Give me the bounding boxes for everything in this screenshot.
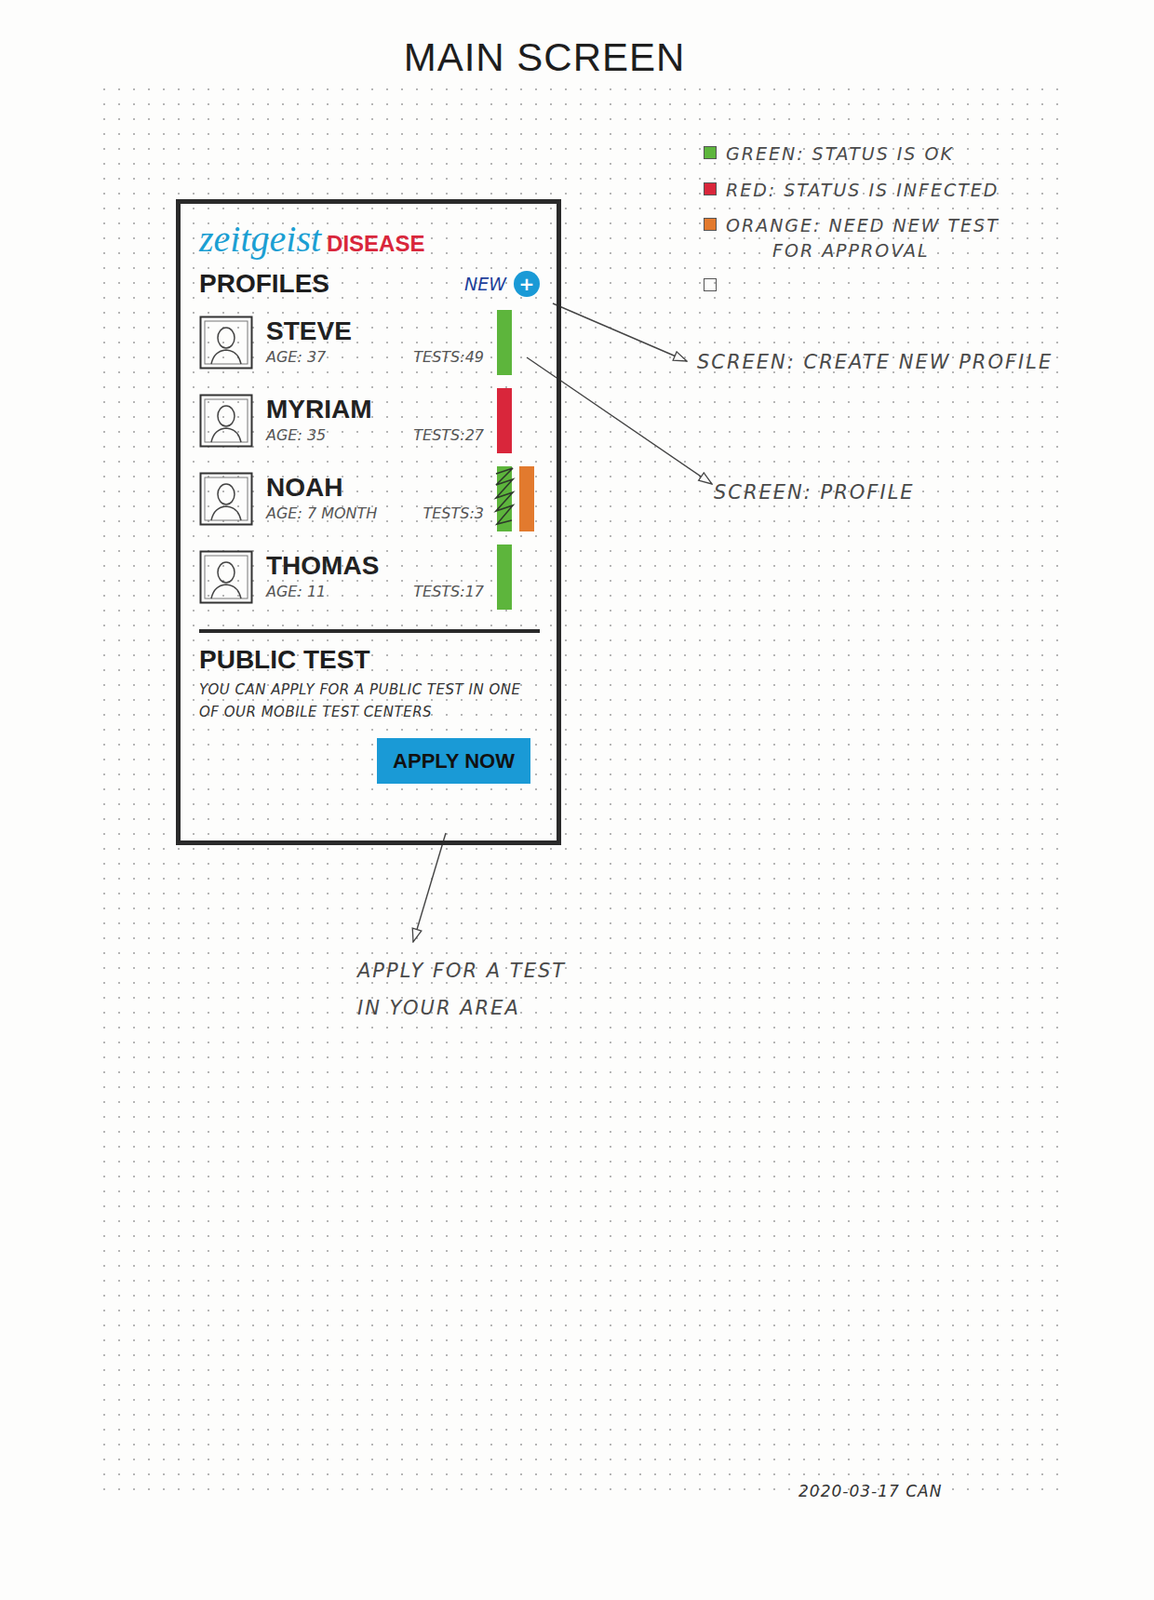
profile-age: AGE: 7 MONTH xyxy=(266,502,377,525)
profile-age: AGE: 11 xyxy=(266,580,326,604)
swatch-icon xyxy=(703,146,717,160)
profiles-header: PROFILES NEW+ xyxy=(199,268,540,300)
status-fill xyxy=(496,544,512,610)
status-fill xyxy=(496,388,512,454)
status-bar xyxy=(496,544,512,610)
legend-item xyxy=(703,273,1000,298)
status-bar xyxy=(496,388,512,454)
annotation: SCREEN: PROFILE xyxy=(713,474,915,512)
logo-text: zeitgeist xyxy=(199,218,322,260)
profile-tests: TESTS:49 xyxy=(413,346,484,369)
arrow-icon xyxy=(526,357,712,484)
apply-row: APPLY NOW xyxy=(199,738,540,784)
avatar-icon[interactable] xyxy=(199,315,254,370)
profile-name[interactable]: THOMAS xyxy=(266,550,484,581)
legend-line: RED: STATUS IS INFECTED xyxy=(725,177,999,203)
status-bars xyxy=(496,463,540,535)
profile-tests: TESTS:17 xyxy=(413,580,484,604)
profile-meta: AGE: 35 TESTS:27 xyxy=(266,424,484,447)
status-fill xyxy=(519,466,535,532)
status-fill xyxy=(496,309,512,376)
logo-tag: DISEASE xyxy=(326,227,425,261)
plus-icon[interactable]: + xyxy=(513,270,540,297)
avatar-icon[interactable] xyxy=(199,393,254,448)
profile-row[interactable]: STEVEAGE: 37 TESTS:49 xyxy=(199,303,540,382)
page-title: MAIN SCREEN xyxy=(372,27,717,87)
legend-line: FOR APPROVAL xyxy=(725,238,1000,264)
profile-info: NOAHAGE: 7 MONTH TESTS:3 xyxy=(266,472,484,525)
profile-info: STEVEAGE: 37 TESTS:49 xyxy=(266,316,484,369)
status-bars xyxy=(496,385,540,457)
annotation-line: IN YOUR AREA xyxy=(357,990,566,1028)
profiles-title: PROFILES xyxy=(199,268,330,300)
new-profile-button[interactable]: NEW+ xyxy=(464,270,540,298)
avatar-icon[interactable] xyxy=(199,471,254,526)
profile-meta: AGE: 37 TESTS:49 xyxy=(266,346,484,369)
annotation-line: SCREEN: PROFILE xyxy=(713,474,915,512)
profile-age: AGE: 35 xyxy=(266,424,326,447)
profile-row[interactable]: NOAHAGE: 7 MONTH TESTS:3 xyxy=(199,459,540,538)
status-bar xyxy=(519,466,535,532)
arrows xyxy=(0,0,1154,1600)
public-test-text: YOU CAN APPLY FOR A PUBLIC TEST IN ONE O… xyxy=(199,678,540,724)
profile-info: MYRIAMAGE: 35 TESTS:27 xyxy=(266,394,484,447)
legend-line: ORANGE: NEED NEW TEST xyxy=(725,213,1000,239)
annotation-line: SCREEN: CREATE NEW PROFILE xyxy=(697,344,1053,382)
arrow-icon xyxy=(552,303,687,362)
status-bar xyxy=(496,309,512,376)
avatar-icon[interactable] xyxy=(199,550,254,604)
legend: GREEN: STATUS IS OK RED: STATUS IS INFECT… xyxy=(703,141,1000,298)
date-signature: 2020-03-17 CAN xyxy=(798,1479,942,1504)
arrow-icon xyxy=(413,832,446,942)
profile-row[interactable]: THOMASAGE: 11 TESTS:17 xyxy=(199,537,540,617)
new-label[interactable]: NEW xyxy=(464,270,507,298)
phone-screen: zeitgeistDISEASE PROFILES NEW+ STEVEAGE: 37… xyxy=(175,199,562,846)
legend-text: ORANGE: NEED NEW TESTFOR APPROVAL xyxy=(725,213,1000,263)
status-bars xyxy=(496,307,540,378)
profile-row[interactable]: MYRIAMAGE: 35 TESTS:27 xyxy=(199,381,540,460)
legend-item: ORANGE: NEED NEW TESTFOR APPROVAL xyxy=(703,213,1000,263)
legend-item: RED: STATUS IS INFECTED xyxy=(703,177,1000,203)
status-bar xyxy=(496,466,512,532)
profile-age: AGE: 37 xyxy=(266,346,326,369)
legend-line: GREEN: STATUS IS OK xyxy=(725,141,954,167)
public-test-title: PUBLIC TEST xyxy=(199,644,540,676)
swatch-icon xyxy=(703,182,717,196)
profile-meta: AGE: 11 TESTS:17 xyxy=(266,580,484,604)
apply-button[interactable]: APPLY NOW xyxy=(376,738,531,784)
profile-tests: TESTS:27 xyxy=(413,424,484,447)
profile-name[interactable]: MYRIAM xyxy=(266,394,484,425)
legend-text: RED: STATUS IS INFECTED xyxy=(725,177,999,203)
swatch-icon xyxy=(703,217,717,231)
profile-tests: TESTS:3 xyxy=(422,502,484,525)
empty-box-icon xyxy=(703,278,717,292)
scribble-icon xyxy=(493,466,516,532)
profile-name[interactable]: NOAH xyxy=(266,472,484,503)
app-logo: zeitgeistDISEASE xyxy=(199,218,540,261)
annotation: SCREEN: CREATE NEW PROFILE xyxy=(697,344,1053,382)
legend-item: GREEN: STATUS IS OK xyxy=(703,141,1000,167)
legend-text: GREEN: STATUS IS OK xyxy=(725,141,954,167)
profile-name[interactable]: STEVE xyxy=(266,316,484,347)
profile-info: THOMASAGE: 11 TESTS:17 xyxy=(266,550,484,604)
annotation: APPLY FOR A TESTIN YOUR AREA xyxy=(357,952,566,1028)
status-bars xyxy=(496,541,540,613)
profile-meta: AGE: 7 MONTH TESTS:3 xyxy=(266,502,484,525)
divider xyxy=(199,629,540,633)
annotation-line: APPLY FOR A TEST xyxy=(357,952,566,991)
